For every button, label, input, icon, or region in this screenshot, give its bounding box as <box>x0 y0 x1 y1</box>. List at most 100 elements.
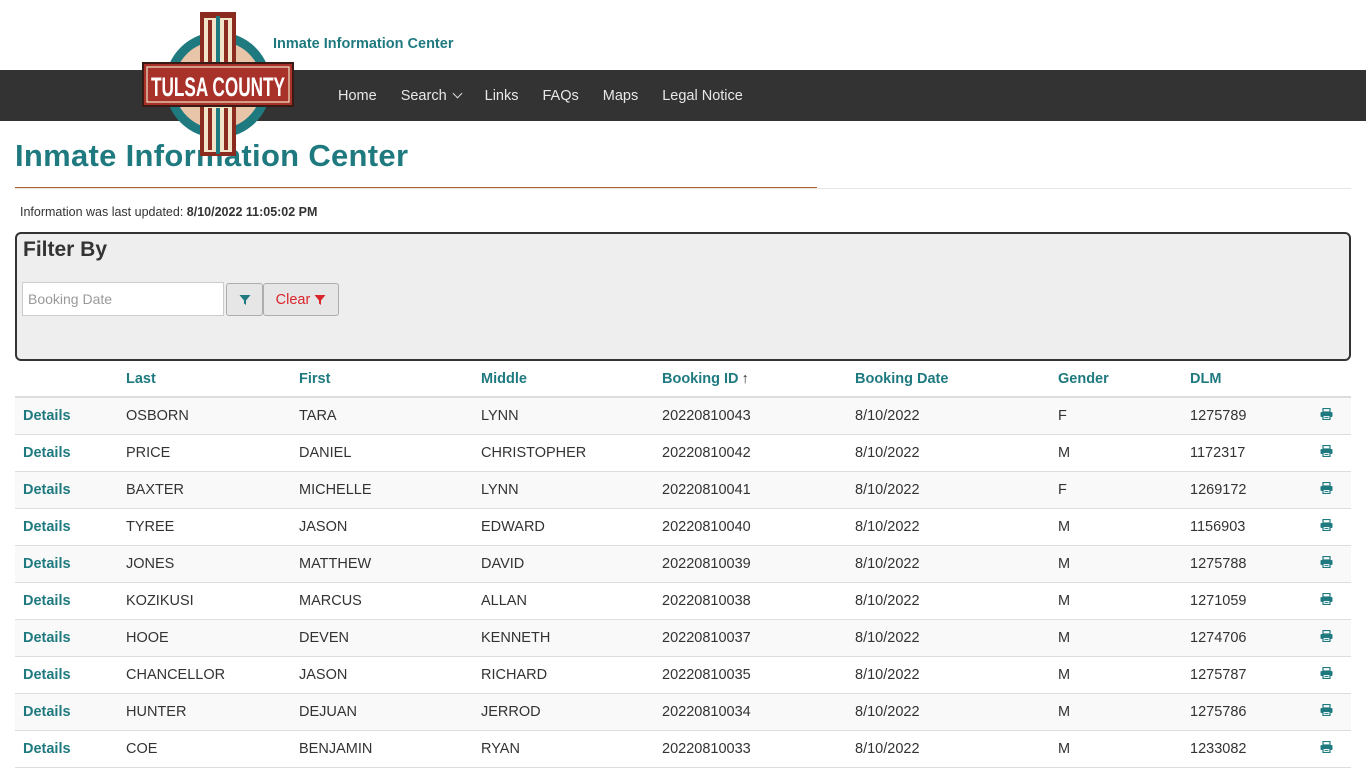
col-middle[interactable]: Middle <box>473 362 654 398</box>
cell-gender: M <box>1050 434 1182 472</box>
cell-gender: M <box>1050 545 1182 583</box>
print-icon <box>1320 703 1332 717</box>
print-button[interactable] <box>1293 508 1351 546</box>
nav-search-label: Search <box>400 87 447 104</box>
cell-booking-id: 20220810040 <box>654 508 847 546</box>
filter-panel: Filter By Clear <box>15 232 1351 361</box>
cell-booking-date: 8/10/2022 <box>847 545 1050 583</box>
cell-middle: CHRISTOPHER <box>473 434 654 472</box>
print-button[interactable] <box>1293 619 1351 657</box>
print-icon <box>1320 555 1332 569</box>
cell-booking-id: 20220810038 <box>654 582 847 620</box>
table-row: Details CHANCELLOR JASON RICHARD 20220810035… <box>15 656 1351 694</box>
nav-search[interactable]: Search <box>389 70 473 121</box>
details-link[interactable]: Details <box>15 545 118 583</box>
cell-booking-id: 20220810043 <box>654 397 847 435</box>
filter-title: Filter By <box>23 238 108 261</box>
nav-legal-notice[interactable]: Legal Notice <box>650 70 755 121</box>
col-dlm[interactable]: DLM <box>1182 362 1293 398</box>
cell-dlm: 1275789 <box>1182 397 1293 435</box>
details-link[interactable]: Details <box>15 693 118 731</box>
nav-home[interactable]: Home <box>326 70 389 121</box>
col-dlm-label: DLM <box>1190 371 1222 387</box>
print-button[interactable] <box>1293 397 1351 435</box>
nav-maps[interactable]: Maps <box>591 70 650 121</box>
col-gender-label: Gender <box>1058 371 1109 387</box>
site-title[interactable]: Inmate Information Center <box>273 36 453 52</box>
cell-booking-date: 8/10/2022 <box>847 619 1050 657</box>
details-link[interactable]: Details <box>15 434 118 472</box>
cell-first: MARCUS <box>291 582 473 620</box>
cell-middle: LYNN <box>473 397 654 435</box>
table-row: Details BAXTER MICHELLE LYNN 20220810041 8/10… <box>15 471 1351 509</box>
cell-first: BENJAMIN <box>291 730 473 768</box>
print-icon <box>1320 740 1332 754</box>
print-button[interactable] <box>1293 730 1351 768</box>
nav-links-label: Links <box>484 87 519 104</box>
cell-middle: RICHARD <box>473 656 654 694</box>
print-icon <box>1320 666 1332 680</box>
cell-last: OSBORN <box>118 397 291 435</box>
table-row: Details OSBORN TARA LYNN 20220810043 8/10/202… <box>15 397 1351 435</box>
col-print <box>1293 362 1351 398</box>
col-last-label: Last <box>126 371 156 387</box>
cell-last: BAXTER <box>118 471 291 509</box>
details-link[interactable]: Details <box>15 582 118 620</box>
last-updated: Information was last updated: 8/10/2022 … <box>20 205 317 219</box>
details-link[interactable]: Details <box>15 508 118 546</box>
cell-last: PRICE <box>118 434 291 472</box>
print-button[interactable] <box>1293 693 1351 731</box>
cell-dlm: 1274706 <box>1182 619 1293 657</box>
cell-last: CHANCELLOR <box>118 656 291 694</box>
details-link[interactable]: Details <box>15 397 118 435</box>
print-button[interactable] <box>1293 656 1351 694</box>
cell-booking-date: 8/10/2022 <box>847 508 1050 546</box>
cell-last: TYREE <box>118 508 291 546</box>
print-icon <box>1320 592 1332 606</box>
details-link[interactable]: Details <box>15 471 118 509</box>
cell-last: HUNTER <box>118 693 291 731</box>
print-icon <box>1320 629 1332 643</box>
details-link[interactable]: Details <box>15 656 118 694</box>
cell-dlm: 1275787 <box>1182 656 1293 694</box>
print-icon <box>1320 407 1332 421</box>
table-row: Details COE BENJAMIN RYAN 20220810033 8/10/20… <box>15 730 1351 768</box>
col-first[interactable]: First <box>291 362 473 398</box>
cell-last: COE <box>118 730 291 768</box>
cell-booking-id: 20220810035 <box>654 656 847 694</box>
cell-dlm: 1172317 <box>1182 434 1293 472</box>
chevron-down-icon <box>452 88 463 99</box>
table-header-row: Last First Middle Booking ID ↑ Booking Da… <box>15 362 1351 398</box>
cell-gender: M <box>1050 693 1182 731</box>
print-button[interactable] <box>1293 434 1351 472</box>
details-link[interactable]: Details <box>15 730 118 768</box>
clear-filter-button[interactable]: Clear <box>263 283 339 316</box>
col-middle-label: Middle <box>481 371 527 387</box>
col-gender[interactable]: Gender <box>1050 362 1182 398</box>
col-last[interactable]: Last <box>118 362 291 398</box>
print-button[interactable] <box>1293 471 1351 509</box>
nav-links[interactable]: Links <box>473 70 531 121</box>
logo-text: TULSA COUNTY <box>151 72 285 102</box>
sort-ascending-icon: ↑ <box>741 371 749 387</box>
cell-booking-id: 20220810034 <box>654 693 847 731</box>
print-button[interactable] <box>1293 582 1351 620</box>
cell-dlm: 1271059 <box>1182 582 1293 620</box>
details-link[interactable]: Details <box>15 619 118 657</box>
col-booking-date[interactable]: Booking Date <box>847 362 1050 398</box>
last-updated-value: 8/10/2022 11:05:02 PM <box>186 205 318 219</box>
table-row: Details PRICE DANIEL CHRISTOPHER 20220810042… <box>15 434 1351 472</box>
cell-booking-id: 20220810033 <box>654 730 847 768</box>
cell-booking-date: 8/10/2022 <box>847 656 1050 694</box>
print-button[interactable] <box>1293 545 1351 583</box>
cell-gender: M <box>1050 730 1182 768</box>
cell-middle: EDWARD <box>473 508 654 546</box>
filter-icon <box>314 294 326 305</box>
nav-faqs[interactable]: FAQs <box>531 70 591 121</box>
booking-date-input[interactable] <box>22 282 224 316</box>
nav-maps-label: Maps <box>602 87 639 104</box>
cell-booking-date: 8/10/2022 <box>847 582 1050 620</box>
apply-filter-button[interactable] <box>226 283 263 316</box>
tulsa-county-logo[interactable]: TULSA COUNTY <box>140 8 296 162</box>
col-booking-id[interactable]: Booking ID ↑ <box>654 362 847 398</box>
